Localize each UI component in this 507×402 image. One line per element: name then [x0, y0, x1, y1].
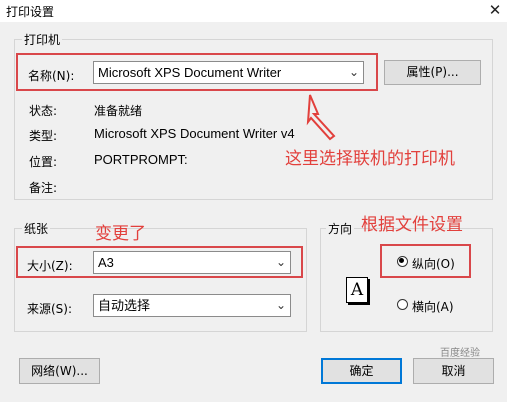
network-button[interactable]: 网络(W)...: [19, 358, 100, 384]
orientation-group-legend: 方向: [326, 220, 355, 237]
cancel-button[interactable]: 取消: [413, 358, 494, 384]
annotation-paper-note: 变更了: [95, 224, 146, 244]
close-icon[interactable]: ✕: [486, 1, 504, 19]
paper-source-label: 来源(S):: [27, 302, 73, 316]
printer-name-label: 名称(N):: [28, 69, 75, 83]
portrait-page-icon: A: [346, 277, 368, 303]
paper-size-label: 大小(Z):: [27, 259, 73, 273]
annotation-arrow-icon: [306, 94, 336, 141]
radio-selected-dot: [399, 258, 404, 263]
ok-button[interactable]: 确定: [321, 358, 402, 384]
type-label: 类型:: [29, 129, 58, 143]
landscape-label[interactable]: 横向(A): [412, 298, 454, 315]
chevron-down-icon: ⌄: [348, 65, 359, 79]
chevron-down-icon: ⌄: [275, 298, 286, 312]
printer-group-legend: 打印机: [22, 31, 63, 48]
paper-source-select[interactable]: 自动选择 ⌄: [93, 294, 291, 317]
annotation-orientation-note: 根据文件设置: [361, 215, 463, 235]
portrait-radio[interactable]: [397, 256, 408, 267]
paper-size-value: A3: [98, 255, 114, 270]
printer-name-select[interactable]: Microsoft XPS Document Writer ⌄: [93, 61, 364, 84]
watermark-text: 百度经验: [440, 348, 480, 359]
comment-label: 备注:: [29, 181, 58, 195]
radio-circle: [397, 299, 408, 310]
annotation-printer-note: 这里选择联机的打印机: [285, 149, 455, 169]
window-title: 打印设置: [6, 5, 55, 19]
status-label: 状态:: [29, 104, 58, 118]
printer-name-value: Microsoft XPS Document Writer: [98, 65, 282, 80]
status-value: 准备就绪: [94, 104, 143, 118]
portrait-label[interactable]: 纵向(O): [412, 255, 455, 272]
paper-source-value: 自动选择: [98, 298, 151, 313]
paper-group-legend: 纸张: [22, 220, 51, 237]
location-label: 位置:: [29, 155, 58, 169]
properties-button[interactable]: 属性(P)...: [384, 60, 481, 85]
title-bar: [0, 0, 507, 22]
type-value: Microsoft XPS Document Writer v4: [94, 126, 295, 141]
chevron-down-icon: ⌄: [275, 255, 286, 269]
paper-size-select[interactable]: A3 ⌄: [93, 251, 291, 274]
landscape-radio[interactable]: [397, 299, 408, 310]
location-value: PORTPROMPT:: [94, 152, 188, 167]
